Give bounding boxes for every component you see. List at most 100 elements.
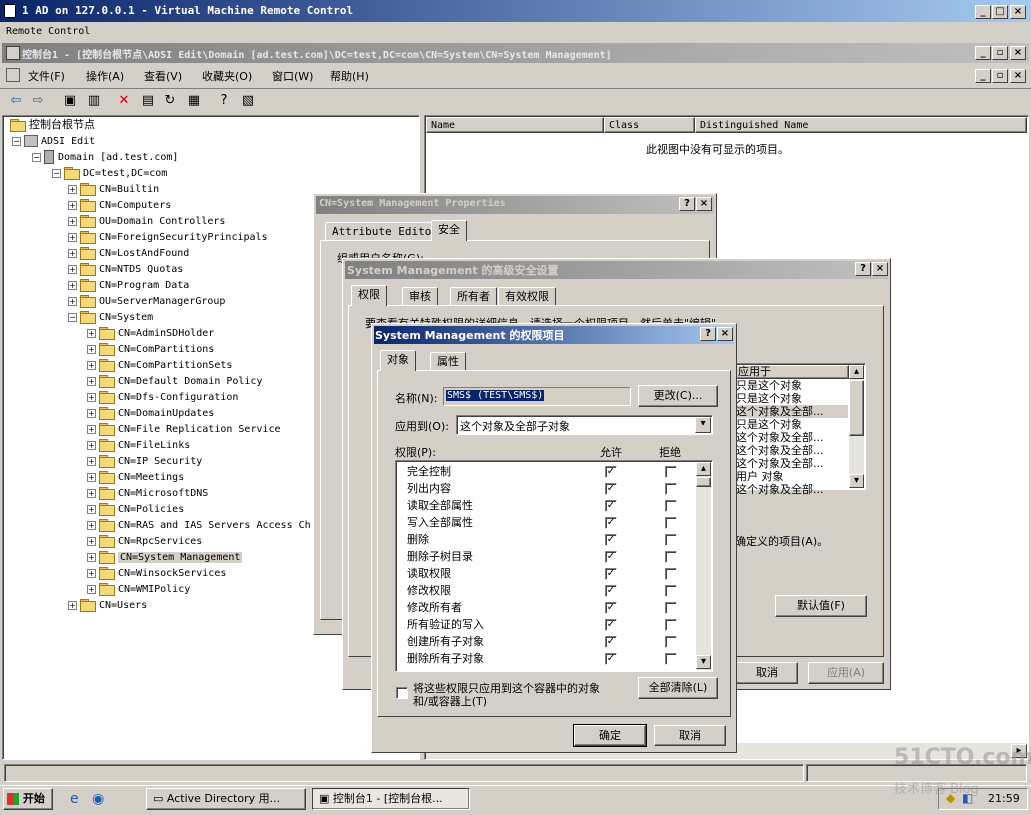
apply-to-row[interactable]: 用户 对象: [736, 470, 848, 483]
allow-checkbox[interactable]: ✓: [605, 585, 617, 597]
tree-item-system-child[interactable]: + CN=Dfs-Configuration: [87, 389, 238, 405]
expand-icon[interactable]: +: [87, 440, 96, 450]
vm-maximize-button[interactable]: □: [992, 5, 1008, 19]
apply-scroll-down[interactable]: ▾: [849, 474, 864, 488]
deny-checkbox[interactable]: [665, 483, 677, 495]
expand-icon[interactable]: +: [87, 568, 96, 578]
deny-checkbox[interactable]: [665, 619, 677, 631]
tab-permissions[interactable]: 权限: [351, 285, 387, 306]
menu-help[interactable]: 帮助(H): [330, 68, 369, 84]
perm-scroll-thumb[interactable]: [696, 477, 711, 487]
tree-item-computers[interactable]: + CN=Computers: [68, 197, 171, 213]
deny-checkbox[interactable]: [665, 534, 677, 546]
column-header-class[interactable]: Class: [604, 117, 695, 133]
task-active-directory[interactable]: ▭ Active Directory 用...: [146, 788, 306, 810]
apply-to-row[interactable]: 只是这个对象: [736, 379, 848, 392]
expand-icon[interactable]: +: [68, 184, 77, 194]
deny-checkbox[interactable]: [665, 653, 677, 665]
tree-dc[interactable]: − DC=test,DC=com: [52, 165, 167, 181]
deny-checkbox[interactable]: [665, 568, 677, 580]
vm-menu-remote-control[interactable]: Remote Control: [6, 26, 90, 37]
expand-icon[interactable]: +: [68, 264, 77, 274]
deny-checkbox[interactable]: [665, 500, 677, 512]
expand-icon[interactable]: +: [87, 536, 96, 546]
child-restore-button[interactable]: ▫: [992, 69, 1008, 83]
tree-item-system-child[interactable]: + CN=RpcServices: [87, 533, 202, 549]
container-only-checkbox[interactable]: [396, 687, 408, 699]
perm-list-scrollbar[interactable]: [696, 462, 711, 670]
tree-item-system-child[interactable]: + CN=ComPartitions: [87, 341, 214, 357]
allow-checkbox[interactable]: ✓: [605, 466, 617, 478]
deny-checkbox[interactable]: [665, 585, 677, 597]
tab-security[interactable]: 安全: [431, 220, 467, 241]
tab-object[interactable]: 对象: [380, 350, 416, 371]
expand-icon[interactable]: +: [68, 216, 77, 226]
apply-to-row[interactable]: 这个对象及全部...: [736, 483, 848, 496]
child-minimize-button[interactable]: _: [975, 69, 991, 83]
tree-item-system-child[interactable]: + CN=Policies: [87, 501, 184, 517]
task-console[interactable]: ▣ 控制台1 - [控制台根...: [312, 788, 470, 810]
apply-to-row[interactable]: 这个对象及全部...: [736, 457, 848, 470]
menu-action[interactable]: 操作(A): [86, 68, 124, 84]
allow-checkbox[interactable]: ✓: [605, 534, 617, 546]
tab-attribute-editor[interactable]: Attribute Editor: [325, 222, 445, 241]
tree-item-system[interactable]: − CN=System: [68, 309, 153, 325]
advanced-apply-button[interactable]: 应用(A): [808, 662, 884, 684]
apply-to-row[interactable]: 这个对象及全部...: [736, 431, 848, 444]
expand-icon[interactable]: +: [87, 424, 96, 434]
tab-properties[interactable]: 属性: [430, 352, 466, 371]
advanced-cancel-button[interactable]: 取消: [736, 662, 798, 684]
refresh-icon[interactable]: ↻: [162, 93, 178, 109]
column-header-name[interactable]: Name: [426, 117, 604, 133]
tree-item-program-data[interactable]: + CN=Program Data: [68, 277, 189, 293]
tree-item-lost-and-found[interactable]: + CN=LostAndFound: [68, 245, 189, 261]
console-minimize-button[interactable]: _: [975, 46, 991, 60]
expand-icon[interactable]: +: [87, 376, 96, 386]
tree-item-domain-controllers[interactable]: + OU=Domain Controllers: [68, 213, 225, 229]
show-tree-icon[interactable]: ▥: [86, 93, 102, 109]
deny-checkbox[interactable]: [665, 551, 677, 563]
tab-effective-permissions[interactable]: 有效权限: [498, 287, 556, 306]
deny-checkbox[interactable]: [665, 466, 677, 478]
tree-item-builtin[interactable]: + CN=Builtin: [68, 181, 159, 197]
expand-icon[interactable]: +: [68, 280, 77, 290]
tree-adsi-edit[interactable]: − ADSI Edit: [12, 133, 95, 149]
apply-to-header[interactable]: 应用于: [735, 365, 849, 379]
tab-owner[interactable]: 所有者: [450, 287, 497, 306]
start-button[interactable]: 开始: [3, 788, 53, 810]
tree-item-system-child[interactable]: + CN=FileLinks: [87, 437, 190, 453]
expand-icon[interactable]: +: [87, 584, 96, 594]
deny-checkbox[interactable]: [665, 636, 677, 648]
back-arrow-icon[interactable]: ⇦: [8, 93, 24, 109]
console-menu-icon[interactable]: [6, 68, 20, 82]
apply-to-row[interactable]: 这个对象及全部...: [736, 444, 848, 457]
tree-item-system-child[interactable]: + CN=IP Security: [87, 453, 202, 469]
menu-window[interactable]: 窗口(W): [272, 68, 313, 84]
tree-item-ntds-quotas[interactable]: + CN=NTDS Quotas: [68, 261, 183, 277]
expand-icon[interactable]: +: [87, 344, 96, 354]
allow-checkbox[interactable]: ✓: [605, 619, 617, 631]
tree-item-system-child[interactable]: + CN=DomainUpdates: [87, 405, 214, 421]
collapse-icon[interactable]: −: [12, 136, 21, 146]
explorer-icon[interactable]: ◉: [92, 791, 104, 807]
chevron-down-icon[interactable]: ▾: [695, 417, 711, 433]
allow-checkbox[interactable]: ✓: [605, 653, 617, 665]
forward-arrow-icon[interactable]: ⇨: [30, 93, 46, 109]
allow-checkbox[interactable]: ✓: [605, 551, 617, 563]
help-icon[interactable]: ?: [216, 93, 232, 109]
action-pane-icon[interactable]: ▧: [240, 93, 256, 109]
apply-scroll-up[interactable]: ▴: [849, 365, 864, 379]
collapse-icon[interactable]: −: [52, 168, 61, 178]
allow-checkbox[interactable]: ✓: [605, 636, 617, 648]
allow-checkbox[interactable]: ✓: [605, 483, 617, 495]
permission-close-button[interactable]: ×: [717, 327, 733, 341]
tree-item-system-child[interactable]: + CN=WMIPolicy: [87, 581, 190, 597]
permission-help-button[interactable]: ?: [700, 327, 716, 341]
up-folder-icon[interactable]: ▣: [62, 93, 78, 109]
deny-checkbox[interactable]: [665, 602, 677, 614]
allow-checkbox[interactable]: ✓: [605, 517, 617, 529]
expand-icon[interactable]: +: [87, 488, 96, 498]
advanced-help-button[interactable]: ?: [855, 262, 871, 276]
tree-item-system-child[interactable]: + CN=File Replication Service: [87, 421, 281, 437]
allow-checkbox[interactable]: ✓: [605, 568, 617, 580]
